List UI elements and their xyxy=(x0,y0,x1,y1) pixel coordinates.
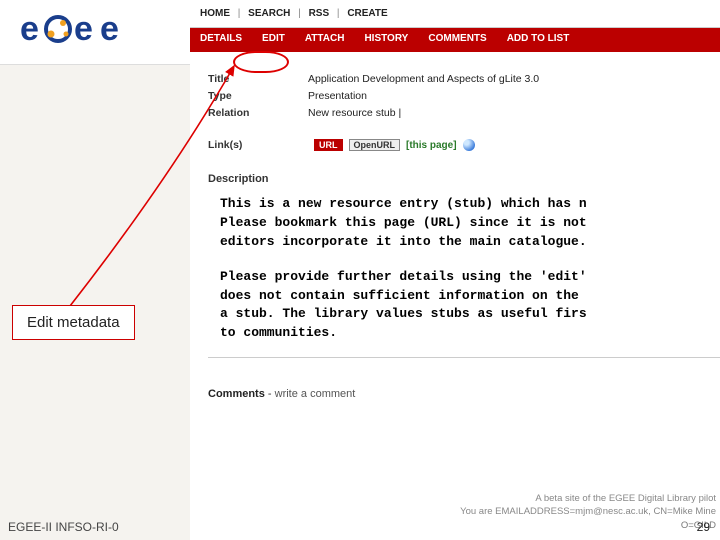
divider xyxy=(208,357,720,358)
content-area: Title Application Development and Aspect… xyxy=(190,52,720,400)
url-badge[interactable]: URL xyxy=(314,139,343,151)
description-heading: Description xyxy=(208,173,720,185)
description-para2: Please provide further details using the… xyxy=(208,268,720,343)
meta-row-relation: Relation New resource stub | xyxy=(208,106,720,122)
write-comment-link[interactable]: write a comment xyxy=(275,388,356,400)
tab-attach[interactable]: ATTACH xyxy=(295,28,355,52)
meta-label-title: Title xyxy=(208,72,308,88)
comments-label: Comments xyxy=(208,388,265,400)
top-nav: HOME | SEARCH | RSS | CREATE xyxy=(190,0,720,28)
beta-line1: A beta site of the EGEE Digital Library … xyxy=(460,492,716,505)
nav-home[interactable]: HOME xyxy=(200,8,230,19)
meta-row-title: Title Application Development and Aspect… xyxy=(208,72,720,88)
meta-val-relation: New resource stub | xyxy=(308,106,720,122)
tab-bar: DETAILS EDIT ATTACH HISTORY COMMENTS ADD… xyxy=(190,28,720,52)
globe-icon[interactable] xyxy=(463,139,475,151)
description-para1: This is a new resource entry (stub) whic… xyxy=(208,195,720,252)
main-panel: HOME | SEARCH | RSS | CREATE DETAILS EDI… xyxy=(190,0,720,540)
beta-line3: O=GILD xyxy=(460,519,716,532)
footer-left-text: EGEE-II INFSO-RI-0 xyxy=(8,520,119,534)
this-page-link[interactable]: [this page] xyxy=(406,140,457,151)
tab-comments[interactable]: COMMENTS xyxy=(418,28,496,52)
nav-create[interactable]: CREATE xyxy=(347,8,387,19)
meta-label-relation: Relation xyxy=(208,106,308,122)
left-column: e e e xyxy=(0,0,190,540)
page-number: 29 xyxy=(697,520,710,534)
svg-text:e: e xyxy=(20,10,39,48)
nav-search[interactable]: SEARCH xyxy=(248,8,290,19)
callout-edit-metadata: Edit metadata xyxy=(12,305,135,340)
logo: e e e xyxy=(0,0,190,65)
tab-add-to-list[interactable]: ADD TO LIST xyxy=(497,28,580,52)
tab-edit[interactable]: EDIT xyxy=(252,28,295,52)
meta-val-type: Presentation xyxy=(308,89,720,105)
beta-footer: A beta site of the EGEE Digital Library … xyxy=(460,492,720,532)
meta-row-type: Type Presentation xyxy=(208,89,720,105)
svg-text:e: e xyxy=(100,10,119,48)
openurl-button[interactable]: OpenURL xyxy=(349,139,401,151)
meta-row-links: Link(s) URL OpenURL [this page] xyxy=(208,139,720,151)
meta-val-title: Application Development and Aspects of g… xyxy=(308,72,720,88)
svg-text:e: e xyxy=(74,10,93,48)
comments-section: Comments - write a comment xyxy=(208,388,720,400)
meta-label-type: Type xyxy=(208,89,308,105)
beta-line2: You are EMAILADDRESS=mjm@nesc.ac.uk, CN=… xyxy=(460,505,716,518)
meta-label-links: Link(s) xyxy=(208,139,308,151)
nav-rss[interactable]: RSS xyxy=(309,8,330,19)
tab-history[interactable]: HISTORY xyxy=(354,28,418,52)
tab-details[interactable]: DETAILS xyxy=(190,28,252,52)
